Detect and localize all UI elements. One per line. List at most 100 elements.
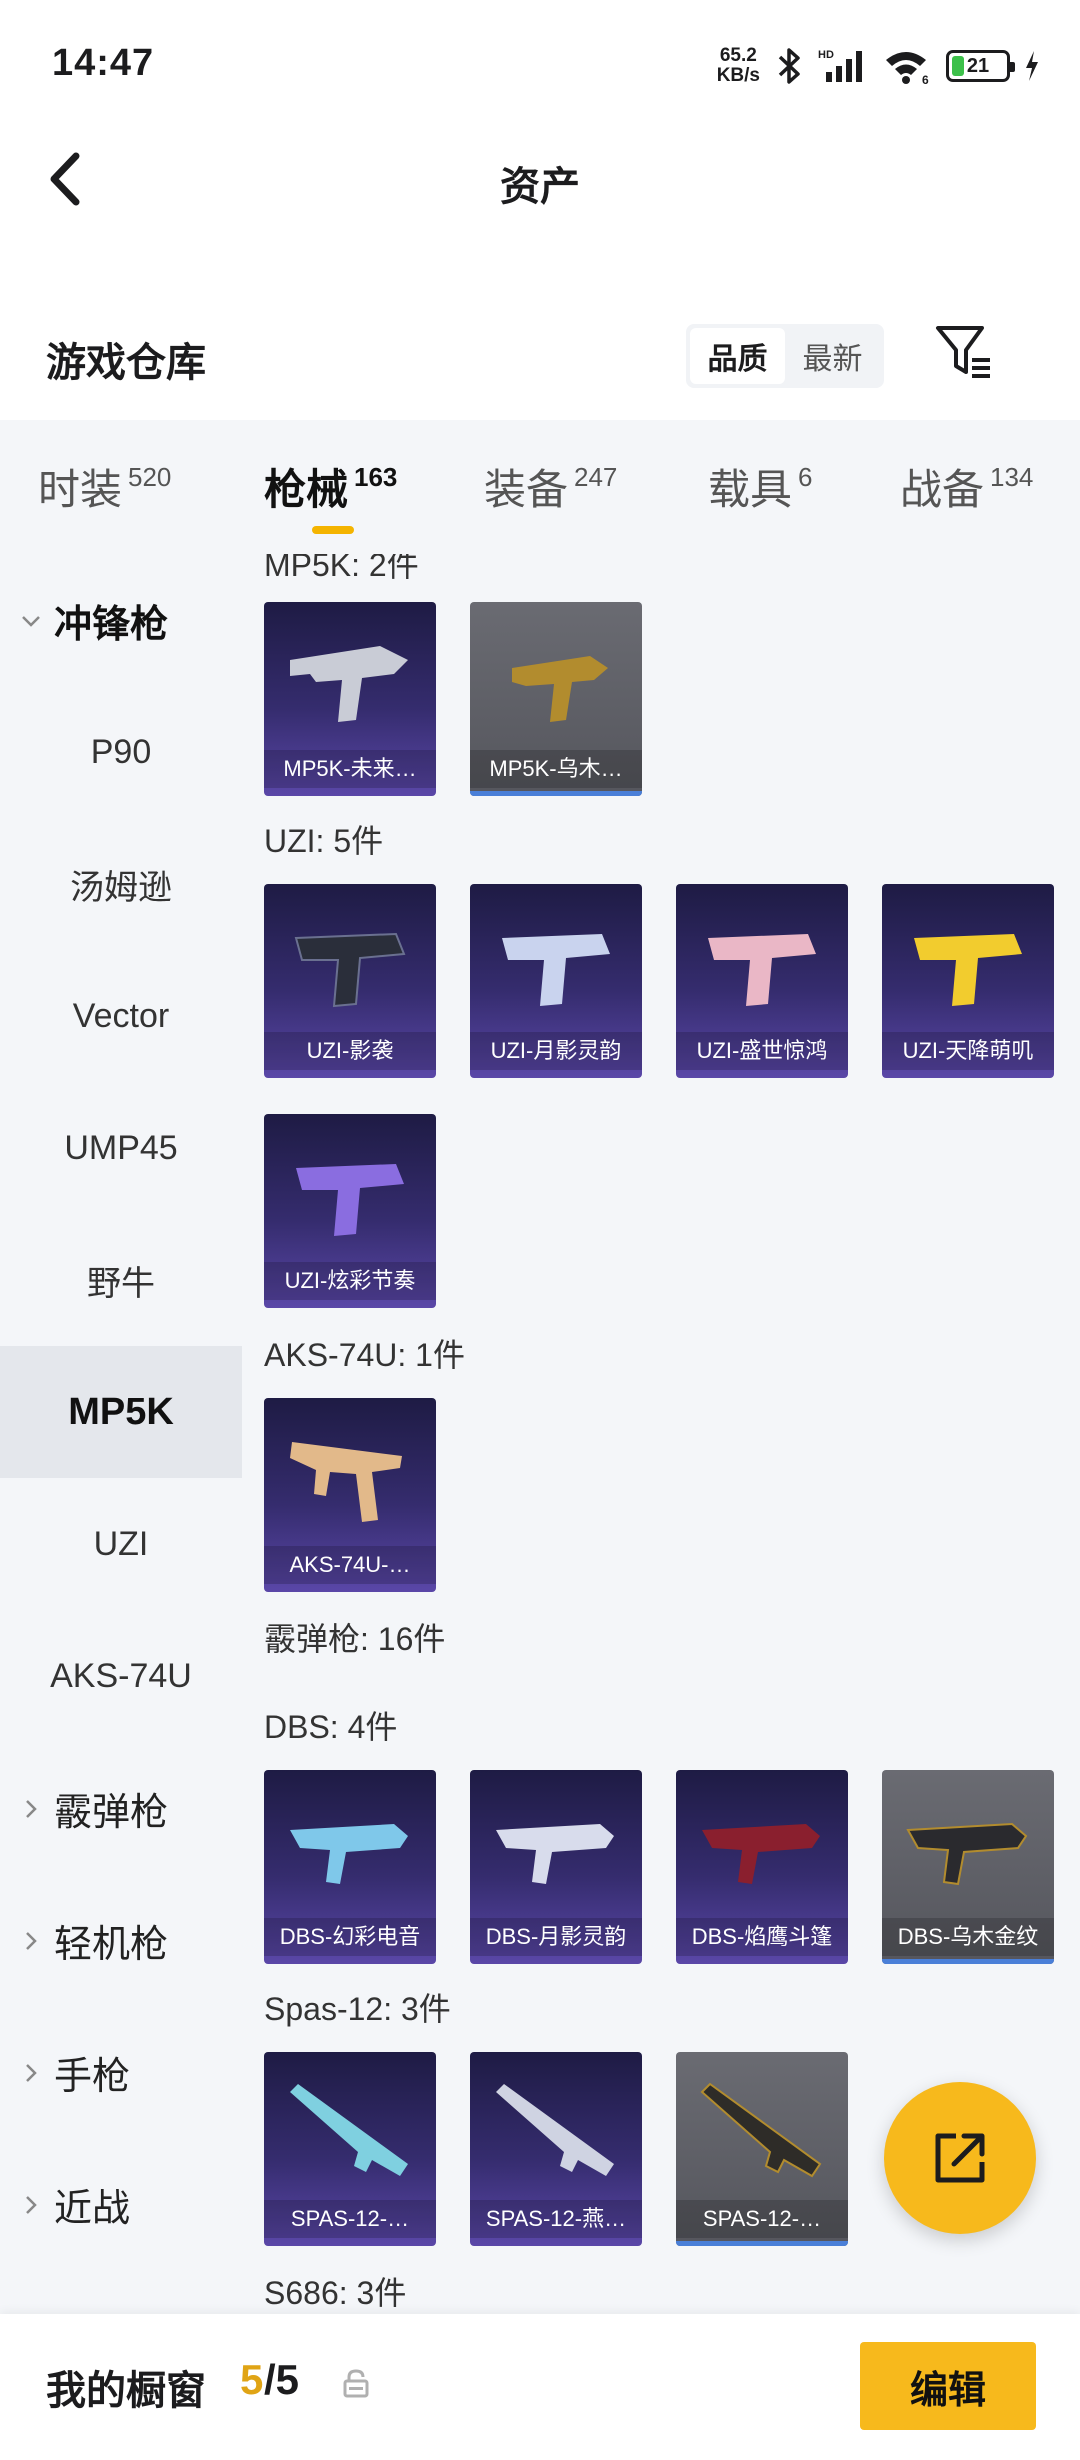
showcase-title: 我的橱窗: [46, 2369, 206, 2413]
group-title-spas12: Spas-12: 3件: [264, 1991, 451, 2027]
net-speed-value: 65.2: [719, 45, 757, 66]
chevron-right-icon: [26, 2196, 37, 2214]
sort-quality-button[interactable]: 品质: [690, 328, 785, 384]
tab-vehicles[interactable]: 载具 6: [708, 456, 812, 517]
shotgun-icon: [290, 2084, 408, 2176]
sidebar-item-label: 冲锋枪: [54, 603, 169, 646]
sidebar-item-ump45[interactable]: UMP45: [0, 1082, 242, 1214]
smg-icon: [914, 934, 1022, 1006]
item-card[interactable]: UZI-月影灵韵: [470, 884, 642, 1078]
sidebar-item-mp5k[interactable]: MP5K: [0, 1346, 242, 1478]
nav-bar: 资产: [0, 130, 1080, 230]
group-title-uzi: UZI: 5件: [264, 823, 384, 859]
smg-icon: [512, 656, 608, 722]
item-name: UZI-天降萌叽: [882, 1032, 1054, 1070]
chevron-down-icon: [22, 616, 40, 627]
item-card[interactable]: SPAS-12-…: [264, 2052, 436, 2246]
item-name: MP5K-未来…: [264, 750, 436, 788]
group-title-s686: S686: 3件: [264, 2275, 407, 2311]
item-name: AKS-74U-…: [264, 1546, 436, 1584]
battery-level: 21: [966, 54, 990, 77]
item-name: SPAS-12-…: [676, 2200, 848, 2238]
item-card[interactable]: DBS-乌木金纹: [882, 1770, 1054, 1964]
item-card[interactable]: DBS-焰鹰斗篷: [676, 1770, 848, 1964]
hd-label: HD: [818, 49, 834, 61]
category-tabs: 时装 520 枪械 163 装备 247 载具 6 战备 134: [0, 420, 1080, 554]
item-name: DBS-月影灵韵: [470, 1918, 642, 1956]
item-card[interactable]: UZI-盛世惊鸿: [676, 884, 848, 1078]
share-button[interactable]: [884, 2082, 1036, 2234]
status-bar: 14:47 65.2 KB/s HD 6 21: [0, 0, 1080, 130]
active-tab-indicator: [312, 526, 354, 534]
item-name: MP5K-乌木…: [470, 750, 642, 788]
smg-icon: [296, 1164, 404, 1236]
item-card[interactable]: UZI-影袭: [264, 884, 436, 1078]
smg-icon: [294, 932, 406, 1008]
rifle-icon: [290, 1442, 402, 1522]
smg-icon: [708, 934, 816, 1006]
lock-icon: [343, 2369, 369, 2398]
tab-equipment[interactable]: 装备 247: [484, 456, 617, 517]
smg-icon: [290, 646, 408, 722]
item-card[interactable]: MP5K-乌木…: [470, 602, 642, 796]
chevron-right-icon: [26, 1932, 37, 1950]
sort-latest-button[interactable]: 最新: [785, 328, 880, 384]
charging-icon: [1026, 51, 1038, 81]
group-title-mp5k: MP5K: 2件: [264, 554, 419, 583]
wifi-label: 6: [922, 73, 929, 86]
status-icons: 65.2 KB/s HD 6 21: [717, 40, 1040, 92]
item-card[interactable]: DBS-月影灵韵: [470, 1770, 642, 1964]
item-name: SPAS-12-燕…: [470, 2200, 642, 2238]
smg-icon: [502, 934, 610, 1006]
sidebar-item-aks74u[interactable]: AKS-74U: [0, 1610, 242, 1742]
wifi-icon: 6: [886, 52, 929, 86]
sidebar-item-p90[interactable]: P90: [0, 686, 242, 818]
sidebar-item-uzi[interactable]: UZI: [0, 1478, 242, 1610]
item-name: UZI-影袭: [264, 1032, 436, 1070]
filter-icon[interactable]: [932, 320, 996, 384]
shotgun-icon: [906, 1822, 1028, 1886]
warehouse-title: 游戏仓库: [46, 341, 206, 385]
item-grid: MP5K: 2件 MP5K-未来… MP5K-乌木… UZI: 5件 UZI-影…: [242, 554, 1080, 2314]
group-title-aks74u: AKS-74U: 1件: [264, 1337, 465, 1373]
tab-fashion[interactable]: 时装 520: [38, 456, 171, 517]
edit-button[interactable]: 编辑: [860, 2342, 1036, 2430]
showcase-count-total: /5: [264, 2356, 300, 2403]
tab-supplies[interactable]: 战备 134: [900, 456, 1033, 517]
chevron-right-icon: [26, 2064, 37, 2082]
shotgun-icon: [496, 1824, 614, 1884]
sidebar-item-smg[interactable]: 冲锋枪: [0, 554, 242, 686]
item-card[interactable]: UZI-天降萌叽: [882, 884, 1054, 1078]
item-card[interactable]: SPAS-12-燕…: [470, 2052, 642, 2246]
item-name: UZI-盛世惊鸿: [676, 1032, 848, 1070]
item-card[interactable]: AKS-74U-…: [264, 1398, 436, 1592]
sidebar-item-label: 手枪: [54, 2055, 131, 2098]
sidebar-item-lmg[interactable]: 轻机枪: [0, 1874, 242, 2006]
page-title: 资产: [500, 165, 580, 209]
sidebar-item-bizon[interactable]: 野牛: [0, 1214, 242, 1346]
sidebar-item-shotgun[interactable]: 霰弹枪: [0, 1742, 242, 1874]
sidebar: 冲锋枪 P90 汤姆逊 Vector UMP45 野牛 MP5K UZI AKS…: [0, 554, 242, 2314]
battery-icon: 21: [946, 50, 1015, 82]
group-title-shotgun: 霰弹枪: 16件: [264, 1621, 446, 1657]
item-name: SPAS-12-…: [264, 2200, 436, 2238]
share-icon: [935, 2133, 985, 2183]
item-name: UZI-炫彩节奏: [264, 1262, 436, 1300]
item-card[interactable]: SPAS-12-…: [676, 2052, 848, 2246]
sidebar-item-pistol[interactable]: 手枪: [0, 2006, 242, 2138]
item-card[interactable]: MP5K-未来…: [264, 602, 436, 796]
tab-guns[interactable]: 枪械 163: [264, 456, 397, 517]
sidebar-item-thompson[interactable]: 汤姆逊: [0, 818, 242, 950]
sidebar-item-label: 轻机枪: [54, 1923, 169, 1966]
sidebar-item-label: 霰弹枪: [54, 1791, 169, 1834]
item-card[interactable]: DBS-幻彩电音: [264, 1770, 436, 1964]
sidebar-item-melee[interactable]: 近战: [0, 2138, 242, 2270]
sidebar-item-label: 近战: [54, 2187, 131, 2230]
shotgun-icon: [496, 2084, 614, 2176]
item-card[interactable]: UZI-炫彩节奏: [264, 1114, 436, 1308]
item-name: DBS-乌木金纹: [882, 1918, 1054, 1956]
signal-icon: HD: [818, 49, 862, 82]
net-speed: 65.2 KB/s: [717, 46, 760, 86]
shotgun-icon: [702, 1824, 820, 1884]
sidebar-item-vector[interactable]: Vector: [0, 950, 242, 1082]
